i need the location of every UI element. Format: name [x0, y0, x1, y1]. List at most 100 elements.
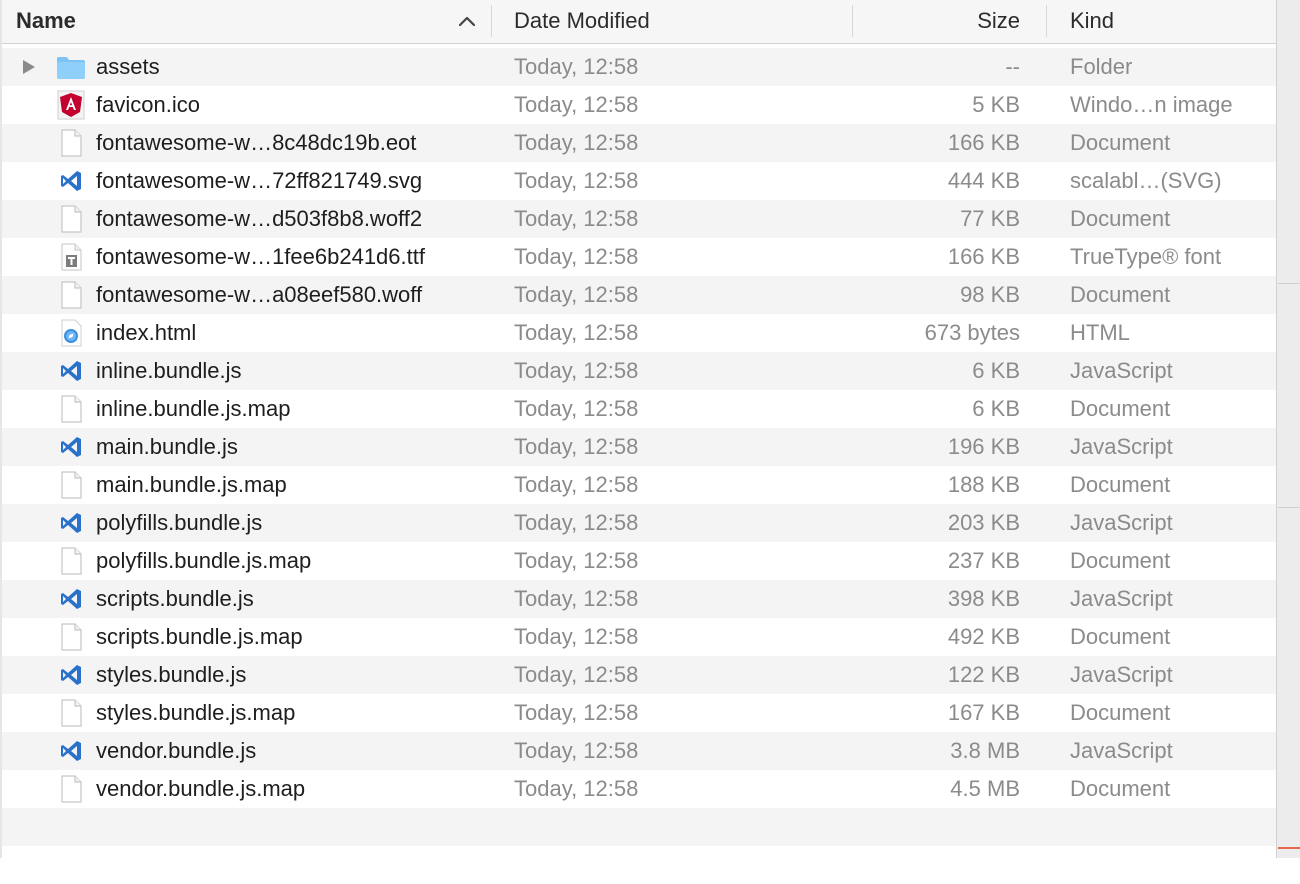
column-header-size[interactable]: Size: [854, 0, 1020, 43]
vscode-icon: [56, 166, 86, 196]
date-modified: Today, 12:58: [514, 700, 639, 725]
date-modified: Today, 12:58: [514, 396, 639, 421]
file-kind: JavaScript: [1070, 738, 1173, 763]
column-divider[interactable]: [1046, 5, 1047, 37]
document-icon: [56, 546, 86, 576]
file-name: polyfills.bundle.js.map: [96, 548, 312, 573]
file-row[interactable]: fontawesome-w…72ff821749.svg Today, 12:58…: [2, 162, 1276, 200]
file-row[interactable]: vendor.bundle.js Today, 12:58 3.8 MB JavaSc…: [2, 732, 1276, 770]
file-name: fontawesome-w…d503f8b8.woff2: [96, 206, 423, 231]
file-name: styles.bundle.js.map: [96, 700, 296, 725]
file-row[interactable]: styles.bundle.js.map Today, 12:58 167 KB Do…: [2, 694, 1276, 732]
document-icon: [56, 394, 86, 424]
file-kind: Document: [1070, 548, 1171, 573]
file-name: styles.bundle.js: [96, 662, 247, 687]
file-size: 3.8 MB: [950, 738, 1020, 763]
file-size: 188 KB: [947, 472, 1020, 497]
date-modified: Today, 12:58: [514, 586, 639, 611]
folder-icon: [56, 52, 86, 82]
file-kind: Document: [1070, 282, 1171, 307]
file-row[interactable]: scripts.bundle.js Today, 12:58 398 KB JavaS…: [2, 580, 1276, 618]
file-row[interactable]: fontawesome-w…d503f8b8.woff2 Today, 12:58…: [2, 200, 1276, 238]
date-modified: Today, 12:58: [514, 92, 639, 117]
file-size: 203 KB: [947, 510, 1020, 535]
adjacent-window-edge: [1276, 0, 1300, 858]
file-name: inline.bundle.js.map: [96, 396, 291, 421]
date-modified: Today, 12:58: [514, 472, 639, 497]
file-row[interactable]: assets Today, 12:58 -- Folder: [2, 48, 1276, 86]
column-divider[interactable]: [491, 5, 492, 37]
file-kind: JavaScript: [1070, 358, 1173, 383]
file-row[interactable]: index.html Today, 12:58 673 bytes HTML: [2, 314, 1276, 352]
document-icon: [56, 128, 86, 158]
file-name: main.bundle.js.map: [96, 472, 287, 497]
file-name: fontawesome-w…a08eef580.woff: [96, 282, 423, 307]
file-row[interactable]: polyfills.bundle.js.map Today, 12:58 237 K…: [2, 542, 1276, 580]
file-kind: JavaScript: [1070, 586, 1173, 611]
empty-row: [2, 808, 1276, 846]
file-kind: Document: [1070, 624, 1171, 649]
column-header-date-modified[interactable]: Date Modified: [514, 0, 834, 43]
file-name: fontawesome-w…1fee6b241d6.ttf: [96, 244, 425, 269]
file-kind: scalabl…(SVG): [1070, 168, 1222, 193]
font-file-icon: [56, 242, 86, 272]
file-row[interactable]: favicon.ico Today, 12:58 5 KB Windo…n image: [2, 86, 1276, 124]
file-row[interactable]: fontawesome-w…a08eef580.woff Today, 12:58…: [2, 276, 1276, 314]
date-modified: Today, 12:58: [514, 548, 639, 573]
file-size: 5 KB: [972, 92, 1020, 117]
date-modified: Today, 12:58: [514, 244, 639, 269]
file-name: inline.bundle.js: [96, 358, 242, 383]
file-row[interactable]: fontawesome-w…8c48dc19b.eot Today, 12:58 1…: [2, 124, 1276, 162]
file-size: 6 KB: [972, 396, 1020, 421]
date-modified: Today, 12:58: [514, 168, 639, 193]
file-size: 673 bytes: [924, 320, 1020, 345]
column-divider[interactable]: [852, 5, 853, 37]
vscode-icon: [56, 508, 86, 538]
disclosure-triangle-icon[interactable]: [20, 58, 38, 76]
file-size: 444 KB: [947, 168, 1020, 193]
file-row[interactable]: main.bundle.js Today, 12:58 196 KB JavaScri…: [2, 428, 1276, 466]
file-row[interactable]: inline.bundle.js.map Today, 12:58 6 KB Docu…: [2, 390, 1276, 428]
empty-row: [2, 846, 1276, 884]
date-modified: Today, 12:58: [514, 320, 639, 345]
column-header-kind[interactable]: Kind: [1070, 0, 1270, 43]
file-name: polyfills.bundle.js: [96, 510, 263, 535]
file-name: index.html: [96, 320, 197, 345]
file-size: 122 KB: [947, 662, 1020, 687]
file-kind: HTML: [1070, 320, 1130, 345]
file-kind: Document: [1070, 130, 1171, 155]
date-modified: Today, 12:58: [514, 776, 639, 801]
file-size: 167 KB: [947, 700, 1020, 725]
file-kind: Folder: [1070, 54, 1133, 79]
finder-list-view: Name Date Modified Size Kind assets Today…: [0, 0, 1276, 858]
file-row[interactable]: main.bundle.js.map Today, 12:58 188 KB Docu…: [2, 466, 1276, 504]
date-modified: Today, 12:58: [514, 206, 639, 231]
column-header-name[interactable]: Name: [16, 0, 486, 43]
document-icon: [56, 622, 86, 652]
chevron-up-icon[interactable]: [458, 15, 476, 27]
file-name: vendor.bundle.js.map: [96, 776, 306, 801]
file-name: favicon.ico: [96, 92, 200, 117]
document-icon: [56, 280, 86, 310]
vscode-icon: [56, 432, 86, 462]
vscode-icon: [56, 736, 86, 766]
file-kind: Document: [1070, 700, 1171, 725]
date-modified: Today, 12:58: [514, 282, 639, 307]
file-name: scripts.bundle.js.map: [96, 624, 303, 649]
file-row[interactable]: scripts.bundle.js.map Today, 12:58 492 KB D…: [2, 618, 1276, 656]
safari-icon: [56, 318, 86, 348]
document-icon: [56, 204, 86, 234]
file-kind: Windo…n image: [1070, 92, 1233, 117]
file-kind: JavaScript: [1070, 510, 1173, 535]
file-size: 166 KB: [947, 130, 1020, 155]
file-size: 492 KB: [947, 624, 1020, 649]
file-row[interactable]: fontawesome-w…1fee6b241d6.ttf Today, 12:5…: [2, 238, 1276, 276]
file-row[interactable]: inline.bundle.js Today, 12:58 6 KB JavaScri…: [2, 352, 1276, 390]
date-modified: Today, 12:58: [514, 358, 639, 383]
file-row[interactable]: styles.bundle.js Today, 12:58 122 KB JavaSc…: [2, 656, 1276, 694]
date-modified: Today, 12:58: [514, 434, 639, 459]
document-icon: [56, 470, 86, 500]
file-row[interactable]: vendor.bundle.js.map Today, 12:58 4.5 MB Do…: [2, 770, 1276, 808]
file-row[interactable]: polyfills.bundle.js Today, 12:58 203 KB Jav…: [2, 504, 1276, 542]
file-size: 4.5 MB: [950, 776, 1020, 801]
